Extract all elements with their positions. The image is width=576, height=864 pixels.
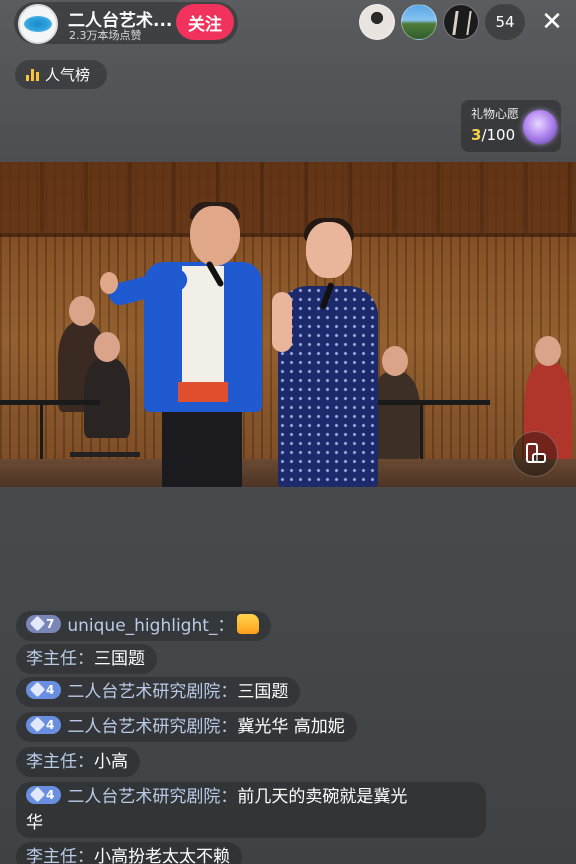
chat-message[interactable]: 李主任：三国题 [16,644,157,674]
gift-wish-progress: 3/100 [471,126,516,144]
level-badge: 4 [26,715,62,734]
live-video[interactable] [0,162,576,487]
male-performer [100,202,266,487]
chat-text-continued: 华 [26,813,43,833]
diamond-icon [29,615,46,632]
chat-message[interactable]: 7 unique_highlight_： [16,611,272,641]
viewer-count-button[interactable]: 54 [485,4,525,40]
chat-username[interactable]: 二人台艺术研究剧院 [67,682,220,702]
chat-text: 冀光华 高加妮 [237,717,345,737]
viewer-avatar[interactable] [359,4,395,40]
chat-text: 小高扮老太太不赖 [94,847,230,864]
chat-message[interactable]: 4 二人台艺术研究剧院：前几天的卖碗就是冀光华 [16,782,486,838]
chat-message[interactable]: 李主任：小高 [16,747,140,777]
viewer-avatar[interactable] [443,4,479,40]
diamond-icon [29,681,46,698]
chat-message[interactable]: 李主任：小高扮老太太不赖 [16,842,242,864]
chat-username[interactable]: 二人台艺术研究剧院 [67,717,220,737]
chat-username[interactable]: 二人台艺术研究剧院 [67,787,220,807]
likes-count: 2.3万本场点赞 [69,29,142,42]
rotate-screen-icon [524,443,546,465]
level-badge: 4 [26,680,62,699]
level-badge: 7 [26,614,62,633]
popularity-rank-button[interactable]: 人气榜 [15,60,107,89]
bar-chart-icon [26,68,39,81]
gift-wish-widget[interactable]: 礼物心愿 3/100 [461,100,561,152]
rotate-screen-button[interactable] [512,431,558,477]
chat-username[interactable]: 李主任 [26,649,77,669]
chat-username[interactable]: 李主任 [26,847,77,864]
viewer-avatar[interactable] [401,4,437,40]
gift-wish-title: 礼物心愿 [471,107,520,121]
chat-text: 三国题 [237,682,289,702]
popularity-rank-label: 人气榜 [45,66,91,84]
gift-orb-icon [523,110,557,144]
chat-text: 前几天的卖碗就是冀光 [237,787,408,807]
chat-message[interactable]: 4 二人台艺术研究剧院：三国题 [16,677,301,707]
diamond-icon [29,786,46,803]
chat-username[interactable]: unique_highlight_ [67,616,217,636]
chat-username[interactable]: 李主任 [26,752,77,772]
chat-text: 三国题 [94,649,145,669]
thumbs-up-icon [237,614,260,634]
chat-message[interactable]: 4 二人台艺术研究剧院：冀光华 高加妮 [16,712,357,742]
host-avatar[interactable] [18,4,58,44]
level-badge: 4 [26,785,62,804]
chat-text: 小高 [94,752,128,772]
follow-button[interactable]: 关注 [176,4,234,40]
diamond-icon [29,716,46,733]
host-logo-icon [24,16,52,32]
close-icon[interactable]: ✕ [538,8,566,36]
female-performer [268,218,388,487]
